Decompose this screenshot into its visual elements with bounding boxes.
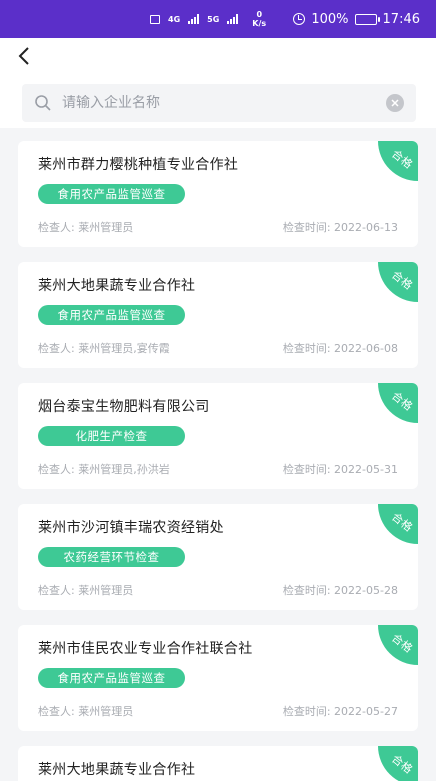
net-speed-unit: K/s bbox=[252, 19, 267, 28]
close-icon bbox=[391, 99, 399, 107]
header bbox=[0, 38, 436, 128]
inspection-card[interactable]: 烟台泰宝生物肥料有限公司 化肥生产检查 检查人: 莱州管理员,孙洪岩 检查时间:… bbox=[18, 383, 418, 489]
category-tag: 化肥生产检查 bbox=[38, 426, 185, 446]
inspection-card[interactable]: 莱州市佳民农业专业合作社联合社 食用农产品监管巡查 检查人: 莱州管理员 检查时… bbox=[18, 625, 418, 731]
result-badge: 合格 bbox=[378, 746, 418, 781]
company-name: 莱州市群力樱桃种植专业合作社 bbox=[38, 157, 239, 173]
inspection-list: 莱州市群力樱桃种植专业合作社 食用农产品监管巡查 检查人: 莱州管理员 检查时间… bbox=[18, 141, 418, 781]
inspector-text: 检查人: 莱州管理员 bbox=[38, 705, 134, 718]
inspection-card[interactable]: 莱州大地果蔬专业合作社 食用农产品监管巡查 检查人: 莱州管理员,宴传霞 检查时… bbox=[18, 262, 418, 368]
back-arrow-icon bbox=[18, 47, 29, 65]
clock: 17:46 bbox=[382, 11, 420, 27]
result-badge: 合格 bbox=[378, 504, 418, 544]
company-name: 莱州市沙河镇丰瑞农资经销处 bbox=[38, 520, 224, 536]
inspection-card[interactable]: 莱州市群力樱桃种植专业合作社 食用农产品监管巡查 检查人: 莱州管理员 检查时间… bbox=[18, 141, 418, 247]
network-label-1: 4G bbox=[168, 14, 181, 24]
inspection-card[interactable]: 莱州大地果蔬专业合作社 合格 bbox=[18, 746, 418, 781]
signal-icon bbox=[188, 14, 200, 24]
signal-icon-2 bbox=[227, 14, 239, 24]
battery-percent: 100% bbox=[311, 11, 349, 27]
inspection-time: 检查时间: 2022-05-27 bbox=[282, 705, 398, 718]
inspector-text: 检查人: 莱州管理员 bbox=[38, 221, 134, 234]
result-badge: 合格 bbox=[378, 383, 418, 423]
inspector-text: 检查人: 莱州管理员 bbox=[38, 584, 134, 597]
category-tag: 食用农产品监管巡查 bbox=[38, 668, 185, 688]
result-badge: 合格 bbox=[378, 262, 418, 302]
inspector-text: 检查人: 莱州管理员,孙洪岩 bbox=[38, 463, 170, 476]
company-name: 烟台泰宝生物肥料有限公司 bbox=[38, 399, 210, 415]
status-network: 4G 5G 0 K/s bbox=[150, 10, 266, 28]
category-tag: 农药经营环节检查 bbox=[38, 547, 185, 567]
result-badge: 合格 bbox=[378, 625, 418, 665]
result-badge: 合格 bbox=[378, 141, 418, 181]
inspection-time: 检查时间: 2022-05-31 bbox=[282, 463, 398, 476]
category-tag: 食用农产品监管巡查 bbox=[38, 184, 185, 204]
inspection-time: 检查时间: 2022-06-13 bbox=[282, 221, 398, 234]
clear-search-button[interactable] bbox=[386, 94, 404, 112]
back-button[interactable] bbox=[12, 44, 36, 68]
inspection-time: 检查时间: 2022-05-28 bbox=[282, 584, 398, 597]
company-name: 莱州大地果蔬专业合作社 bbox=[38, 278, 196, 294]
inspector-text: 检查人: 莱州管理员,宴传霞 bbox=[38, 342, 170, 355]
inspection-time: 检查时间: 2022-06-08 bbox=[282, 342, 398, 355]
search-icon bbox=[35, 95, 51, 111]
sim-icon bbox=[150, 14, 160, 24]
alarm-icon bbox=[293, 13, 306, 25]
status-right: 100% 17:46 bbox=[293, 12, 420, 27]
company-name: 莱州大地果蔬专业合作社 bbox=[38, 762, 196, 778]
inspection-card[interactable]: 莱州市沙河镇丰瑞农资经销处 农药经营环节检查 检查人: 莱州管理员 检查时间: … bbox=[18, 504, 418, 610]
net-speed: 0 K/s bbox=[252, 10, 266, 28]
status-bar: 4G 5G 0 K/s 100% 17:46 bbox=[0, 0, 436, 38]
search-input[interactable] bbox=[62, 95, 386, 111]
network-label-2: 5G bbox=[207, 14, 220, 24]
battery-icon bbox=[354, 13, 380, 25]
company-name: 莱州市佳民农业专业合作社联合社 bbox=[38, 641, 253, 657]
category-tag: 食用农产品监管巡查 bbox=[38, 305, 185, 325]
search-bar bbox=[22, 84, 416, 122]
net-speed-value: 0 bbox=[256, 10, 263, 19]
